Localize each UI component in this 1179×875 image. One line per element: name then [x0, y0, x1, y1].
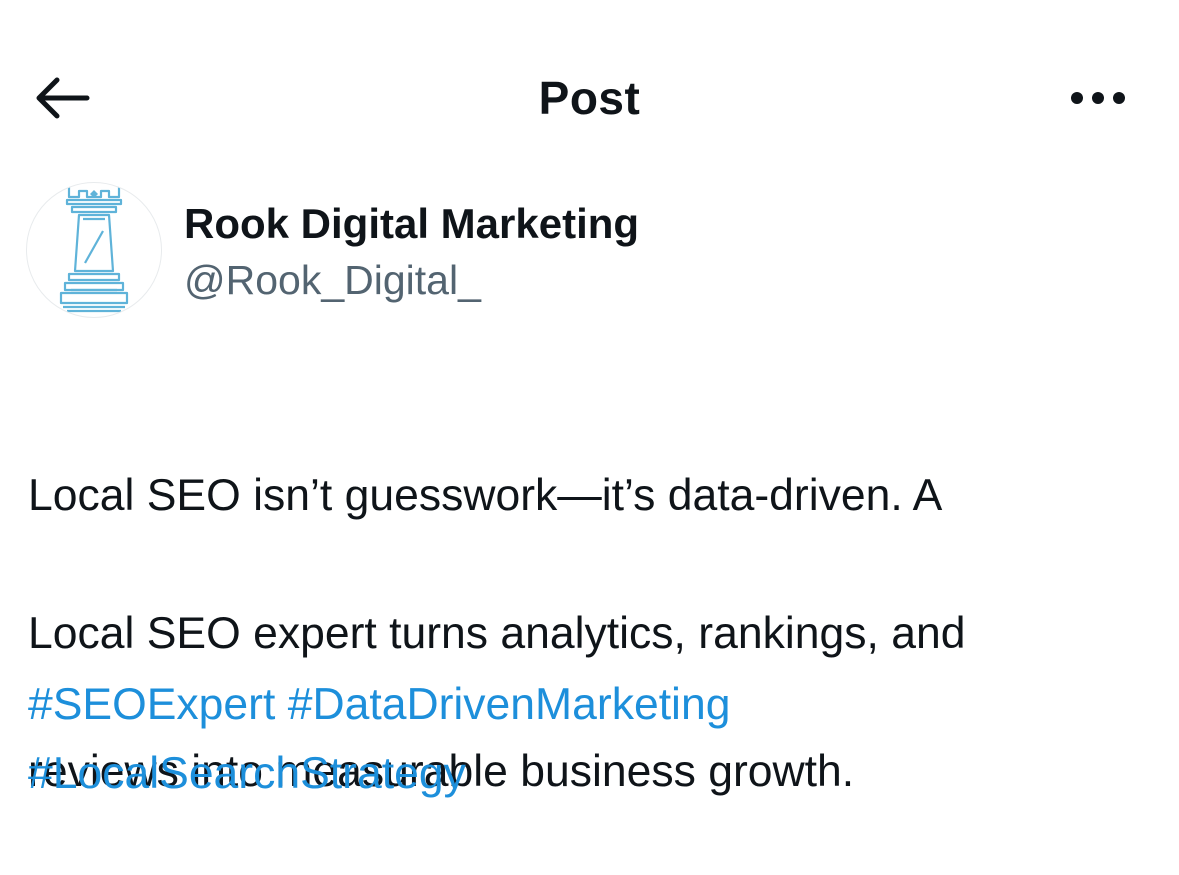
post-text-line: Local SEO isn’t guesswork—it’s data-driv…: [28, 471, 943, 520]
hashtag-link[interactable]: #SEOExpert: [28, 680, 275, 729]
chess-rook-logo: [59, 186, 129, 313]
top-app-bar: Post: [0, 58, 1179, 138]
page-title: Post: [538, 72, 641, 124]
ellipsis-horizontal-icon: [1071, 92, 1125, 104]
post-hashtags: #SEOExpert #DataDrivenMarketing #LocalSe…: [28, 670, 1153, 808]
post-text-line: Local SEO expert turns analytics, rankin…: [28, 609, 966, 658]
avatar[interactable]: [26, 182, 162, 318]
hashtag-link[interactable]: #DataDrivenMarketing: [288, 680, 731, 729]
post-author: Rook Digital Marketing @Rook_Digital_: [26, 182, 1126, 322]
author-name[interactable]: Rook Digital Marketing: [184, 198, 639, 250]
more-options-button[interactable]: [1058, 68, 1138, 128]
hashtag-link[interactable]: #LocalSearchStrategy: [28, 749, 466, 798]
author-handle[interactable]: @Rook_Digital_: [184, 254, 481, 306]
